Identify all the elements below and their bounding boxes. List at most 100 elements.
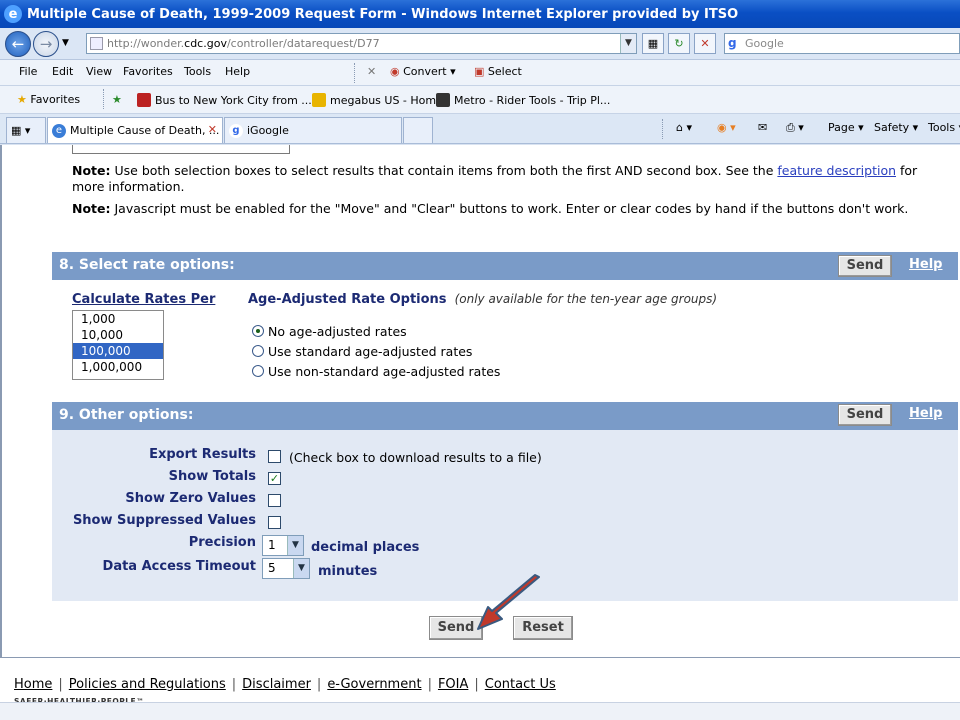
address-dropdown-icon[interactable]: ▼ bbox=[620, 34, 636, 53]
select-button[interactable]: ▣ Select bbox=[474, 65, 522, 78]
new-tab-button[interactable] bbox=[403, 117, 433, 143]
export-results-label: Export Results bbox=[149, 447, 256, 462]
convert-button[interactable]: ◉ Convert ▾ bbox=[390, 65, 456, 78]
quick-tabs-button[interactable]: ▦ ▾ bbox=[6, 117, 46, 143]
feature-description-link[interactable]: feature description bbox=[777, 163, 896, 178]
home-button[interactable]: ⌂ ▾ bbox=[676, 121, 692, 134]
send-button[interactable]: Send bbox=[429, 616, 483, 640]
close-toolbar-icon[interactable]: ✕ bbox=[367, 65, 376, 78]
feeds-button[interactable]: ◉ ▾ bbox=[717, 121, 736, 134]
show-zero-values-label: Show Zero Values bbox=[125, 491, 256, 506]
previous-listbox-edge bbox=[72, 145, 290, 154]
section-9-help-link[interactable]: Help bbox=[909, 406, 942, 421]
export-results-checkbox[interactable] bbox=[268, 450, 281, 463]
google-icon: g bbox=[728, 36, 737, 50]
rss-icon: ◉ bbox=[717, 121, 727, 134]
add-favorite-icon[interactable]: ★ bbox=[112, 93, 122, 106]
tools-menu-button[interactable]: Tools ▾ bbox=[928, 121, 960, 134]
menu-separator bbox=[354, 63, 355, 83]
menu-edit[interactable]: Edit bbox=[52, 65, 73, 78]
age-adjusted-note: (only available for the ten-year age gro… bbox=[454, 292, 718, 306]
footer-policies-link[interactable]: Policies and Regulations bbox=[69, 677, 226, 692]
cmd-separator bbox=[662, 119, 663, 139]
rate-option[interactable]: 1,000,000 bbox=[73, 359, 163, 375]
tab-multiple-cause[interactable]: e Multiple Cause of Death, ... ✕ bbox=[47, 117, 223, 143]
favorites-bar: ★ Favorites ★ Bus to New York City from … bbox=[0, 86, 960, 114]
footer-contact-link[interactable]: Contact Us bbox=[485, 677, 556, 692]
google-tab-icon: g bbox=[229, 124, 243, 138]
menu-view[interactable]: View bbox=[86, 65, 112, 78]
back-button[interactable]: ← bbox=[5, 31, 31, 57]
ie-tab-icon: e bbox=[52, 124, 66, 138]
menu-favorites[interactable]: Favorites bbox=[123, 65, 173, 78]
page-icon bbox=[90, 37, 103, 50]
timeout-unit: minutes bbox=[318, 564, 378, 579]
show-totals-label: Show Totals bbox=[168, 469, 256, 484]
timeout-select[interactable]: 5 ▼ bbox=[262, 558, 310, 579]
search-input[interactable]: g Google bbox=[724, 33, 960, 54]
show-zero-values-checkbox[interactable] bbox=[268, 494, 281, 507]
page-menu-button[interactable]: Page ▾ bbox=[828, 121, 864, 134]
quick-tabs-icon: ▦ ▾ bbox=[11, 124, 31, 137]
show-totals-checkbox[interactable]: ✓ bbox=[268, 472, 281, 485]
radio-button[interactable] bbox=[252, 325, 264, 337]
rate-option-selected[interactable]: 100,000 bbox=[73, 343, 163, 359]
section-8-help-link[interactable]: Help bbox=[909, 257, 942, 272]
favorites-star-icon: ★ bbox=[17, 93, 27, 106]
metro-site-icon bbox=[436, 93, 450, 107]
footer-egov-link[interactable]: e-Government bbox=[327, 677, 421, 692]
home-icon: ⌂ bbox=[676, 121, 683, 134]
age-adjusted-label: Age-Adjusted Rate Options (only available… bbox=[248, 292, 718, 307]
footer-home-link[interactable]: Home bbox=[14, 677, 52, 692]
tab-bar: ▦ ▾ e Multiple Cause of Death, ... ✕ g i… bbox=[0, 114, 960, 144]
rates-per-listbox[interactable]: 1,000 10,000 100,000 1,000,000 bbox=[72, 310, 164, 380]
rate-option[interactable]: 1,000 bbox=[73, 311, 163, 327]
show-suppressed-label: Show Suppressed Values bbox=[72, 513, 256, 528]
precision-unit: decimal places bbox=[311, 540, 420, 555]
forward-button[interactable]: → bbox=[33, 31, 59, 57]
rate-option[interactable]: 10,000 bbox=[73, 327, 163, 343]
radio-button[interactable] bbox=[252, 365, 264, 377]
fav-link-megabus[interactable]: megabus US - Home bbox=[312, 93, 443, 107]
window-titlebar: e Multiple Cause of Death, 1999-2009 Req… bbox=[0, 0, 960, 28]
section-9-send-button[interactable]: Send bbox=[838, 404, 892, 426]
history-dropdown-icon[interactable]: ▼ bbox=[62, 38, 69, 48]
select-icon: ▣ bbox=[474, 65, 485, 78]
refresh-icon[interactable]: ↻ bbox=[668, 33, 690, 54]
precision-select[interactable]: 1 ▼ bbox=[262, 535, 304, 556]
print-button[interactable]: ⎙ ▾ bbox=[786, 121, 804, 135]
menu-help[interactable]: Help bbox=[225, 65, 250, 78]
section-9-title: 9. Other options: bbox=[59, 407, 194, 423]
mail-button[interactable]: ✉ bbox=[758, 121, 767, 134]
compatibility-view-icon[interactable]: ▦ bbox=[642, 33, 664, 54]
note-selection: Note: Use both selection boxes to select… bbox=[72, 163, 918, 194]
safety-menu-button[interactable]: Safety ▾ bbox=[874, 121, 918, 134]
favorites-button[interactable]: ★ Favorites bbox=[17, 93, 80, 106]
footer-foia-link[interactable]: FOIA bbox=[438, 677, 468, 692]
section-9-header: 9. Other options: bbox=[52, 402, 958, 430]
fav-link-bus[interactable]: Bus to New York City from ... bbox=[137, 93, 312, 107]
address-input[interactable]: http://wonder.cdc.gov/controller/datareq… bbox=[86, 33, 637, 54]
section-8-send-button[interactable]: Send bbox=[838, 255, 892, 277]
fav-link-metro[interactable]: Metro - Rider Tools - Trip Pl... bbox=[436, 93, 610, 107]
ie-logo-icon: e bbox=[4, 5, 22, 23]
show-suppressed-checkbox[interactable] bbox=[268, 516, 281, 529]
pdf-convert-icon: ◉ bbox=[390, 65, 400, 78]
radio-button[interactable] bbox=[252, 345, 264, 357]
close-tab-icon[interactable]: ✕ bbox=[208, 123, 217, 136]
footer-disclaimer-link[interactable]: Disclaimer bbox=[242, 677, 311, 692]
section-8-header: 8. Select rate options: bbox=[52, 252, 958, 280]
chevron-down-icon[interactable]: ▼ bbox=[293, 559, 309, 578]
print-icon: ⎙ bbox=[786, 121, 795, 134]
window-title: Multiple Cause of Death, 1999-2009 Reque… bbox=[27, 6, 739, 22]
menu-file[interactable]: File bbox=[19, 65, 37, 78]
radio-nonstandard-age-adjusted[interactable]: Use non-standard age-adjusted rates bbox=[252, 364, 500, 379]
chevron-down-icon[interactable]: ▼ bbox=[287, 536, 303, 555]
menu-tools[interactable]: Tools bbox=[184, 65, 211, 78]
radio-no-age-adjusted[interactable]: No age-adjusted rates bbox=[252, 324, 407, 339]
radio-standard-age-adjusted[interactable]: Use standard age-adjusted rates bbox=[252, 344, 472, 359]
stop-icon[interactable]: ✕ bbox=[694, 33, 716, 54]
address-toolbar: ← → ▼ http://wonder.cdc.gov/controller/d… bbox=[0, 28, 960, 60]
tab-igoogle[interactable]: g iGoogle bbox=[224, 117, 402, 143]
bus-site-icon bbox=[137, 93, 151, 107]
